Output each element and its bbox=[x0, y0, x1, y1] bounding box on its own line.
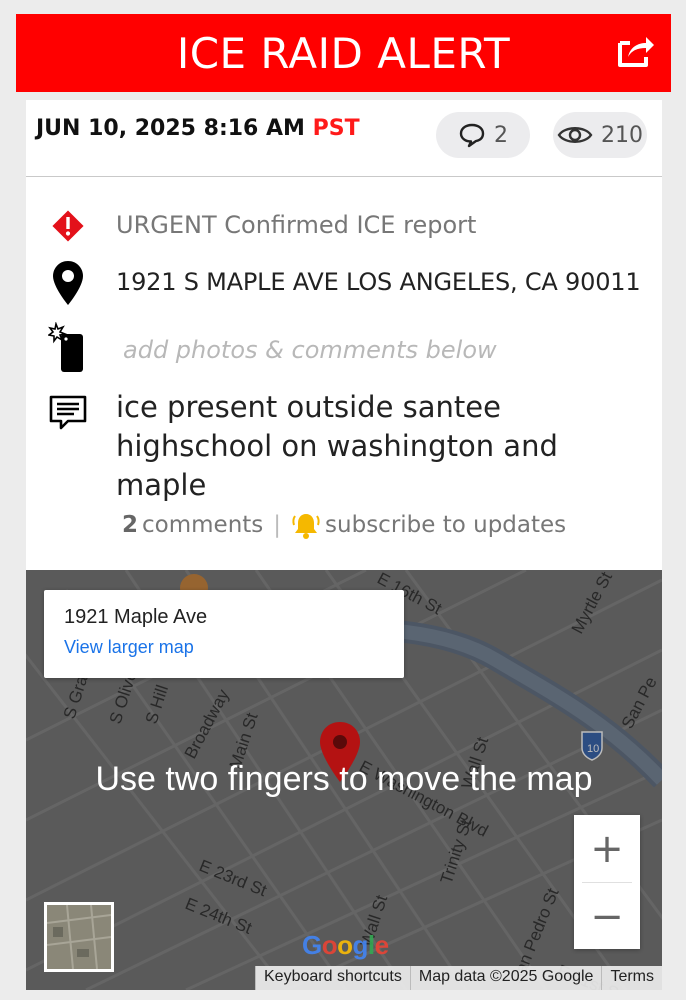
separator: | bbox=[273, 512, 282, 538]
alert-title: ICE RAID ALERT bbox=[176, 28, 511, 78]
keyboard-shortcuts-link[interactable]: Keyboard shortcuts bbox=[255, 966, 410, 990]
actions-row: 2 comments | subscribe to updates bbox=[122, 510, 566, 540]
bell-icon bbox=[292, 514, 320, 539]
share-icon bbox=[618, 37, 654, 67]
terms-link[interactable]: Terms bbox=[601, 966, 662, 990]
comments-link[interactable]: 2 comments bbox=[122, 512, 263, 538]
zoom-control: + − bbox=[574, 815, 640, 949]
meta-row: JUN 10, 2025 8:16 AM PST 2 210 bbox=[26, 100, 662, 174]
place-card: 1921 Maple Ave View larger map bbox=[44, 590, 404, 678]
zoom-in-button[interactable]: + bbox=[574, 815, 640, 882]
views-pill: 210 bbox=[553, 112, 647, 158]
map-attribution: Keyboard shortcuts Map data ©2025 Google… bbox=[255, 966, 662, 990]
google-logo: Google bbox=[302, 930, 389, 960]
subscribe-label: subscribe to updates bbox=[325, 512, 567, 538]
zoom-out-button[interactable]: − bbox=[574, 883, 640, 950]
photo-prompt-text[interactable]: add photos & comments below bbox=[123, 336, 497, 364]
timezone: PST bbox=[312, 116, 360, 141]
comment-bubble-icon bbox=[459, 123, 485, 148]
comments-label: comments bbox=[142, 512, 264, 538]
description-text: ice present outside santee highschool on… bbox=[116, 390, 558, 502]
warning-diamond-icon bbox=[48, 208, 88, 244]
datetime-text: JUN 10, 2025 8:16 AM bbox=[36, 116, 305, 141]
share-button[interactable] bbox=[613, 30, 659, 72]
location-pin-icon bbox=[48, 260, 88, 306]
phone-camera-icon bbox=[48, 322, 88, 374]
map-data-credit: Map data ©2025 Google bbox=[409, 966, 602, 990]
comments-pill[interactable]: 2 bbox=[436, 112, 530, 158]
report-card: JUN 10, 2025 8:16 AM PST 2 210 URGENT Co… bbox=[26, 100, 662, 990]
subscribe-link[interactable]: subscribe to updates bbox=[291, 510, 566, 540]
message-icon bbox=[48, 394, 88, 432]
map-gesture-hint: Use two fingers to move the map bbox=[95, 760, 593, 798]
comment-count: 2 bbox=[494, 122, 508, 148]
satellite-thumbnail-icon bbox=[47, 905, 111, 969]
alert-header: ICE RAID ALERT bbox=[16, 14, 671, 92]
divider bbox=[26, 176, 662, 177]
view-larger-map-link[interactable]: View larger map bbox=[64, 637, 384, 658]
eye-icon bbox=[557, 127, 593, 143]
embedded-map[interactable]: E 16th St Myrtle St S Grand S Olive S Hi… bbox=[26, 570, 662, 990]
report-datetime: JUN 10, 2025 8:16 AM PST bbox=[36, 116, 360, 141]
address-text: 1921 S MAPLE AVE LOS ANGELES, CA 90011 bbox=[116, 268, 641, 296]
urgency-text: URGENT Confirmed ICE report bbox=[116, 211, 477, 239]
view-count: 210 bbox=[601, 122, 643, 148]
place-name: 1921 Maple Ave bbox=[64, 606, 208, 628]
page: ICE RAID ALERT JUN 10, 2025 8:16 AM PST … bbox=[0, 0, 686, 1000]
comments-count: 2 bbox=[122, 512, 139, 538]
satellite-toggle[interactable] bbox=[44, 902, 114, 972]
